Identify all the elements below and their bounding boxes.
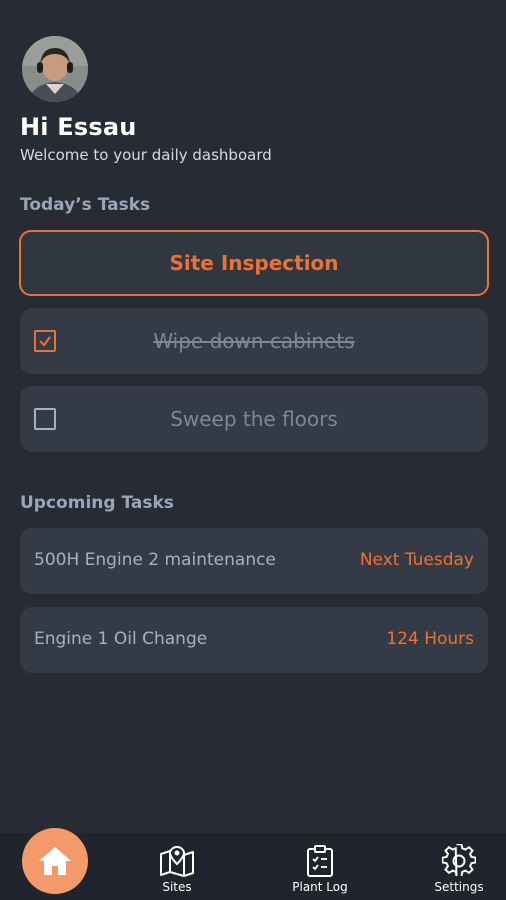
nav-item-plant-log[interactable]: Plant Log <box>280 843 360 899</box>
gear-icon <box>439 843 479 879</box>
upcoming-task-item[interactable]: 500H Engine 2 maintenance Next Tuesday <box>20 528 488 594</box>
clipboard-icon <box>300 843 340 879</box>
upcoming-task-item[interactable]: Engine 1 Oil Change 124 Hours <box>20 607 488 673</box>
upcoming-task-name: 500H Engine 2 maintenance <box>34 550 276 570</box>
upcoming-task-due: Next Tuesday <box>359 550 474 570</box>
home-icon <box>39 847 71 875</box>
welcome-subtitle: Welcome to your daily dashboard <box>20 146 272 164</box>
task-label: Wipe down cabinets <box>153 329 355 353</box>
greeting-title: Hi Essau <box>20 113 137 141</box>
site-inspection-label: Site Inspection <box>169 251 339 275</box>
task-label: Sweep the floors <box>170 407 338 431</box>
dashboard-screen: Hi Essau Welcome to your daily dashboard… <box>0 0 506 900</box>
nav-item-sites[interactable]: Sites <box>137 843 217 899</box>
nav-item-settings[interactable]: Settings <box>419 843 499 899</box>
task-item[interactable]: Sweep the floors <box>20 386 488 452</box>
avatar[interactable] <box>22 36 88 102</box>
nav-label-sites: Sites <box>162 880 192 894</box>
user-photo-icon <box>22 36 88 102</box>
upcoming-tasks-heading: Upcoming Tasks <box>20 493 174 513</box>
upcoming-task-due: 124 Hours <box>386 629 474 649</box>
nav-label-plant-log: Plant Log <box>292 880 348 894</box>
todays-tasks-heading: Today’s Tasks <box>20 195 151 215</box>
home-button[interactable] <box>22 828 88 894</box>
nav-label-settings: Settings <box>434 880 484 894</box>
map-icon <box>157 843 197 879</box>
site-inspection-button[interactable]: Site Inspection <box>19 230 489 296</box>
upcoming-task-name: Engine 1 Oil Change <box>34 629 208 649</box>
task-item[interactable]: Wipe down cabinets <box>20 308 488 374</box>
